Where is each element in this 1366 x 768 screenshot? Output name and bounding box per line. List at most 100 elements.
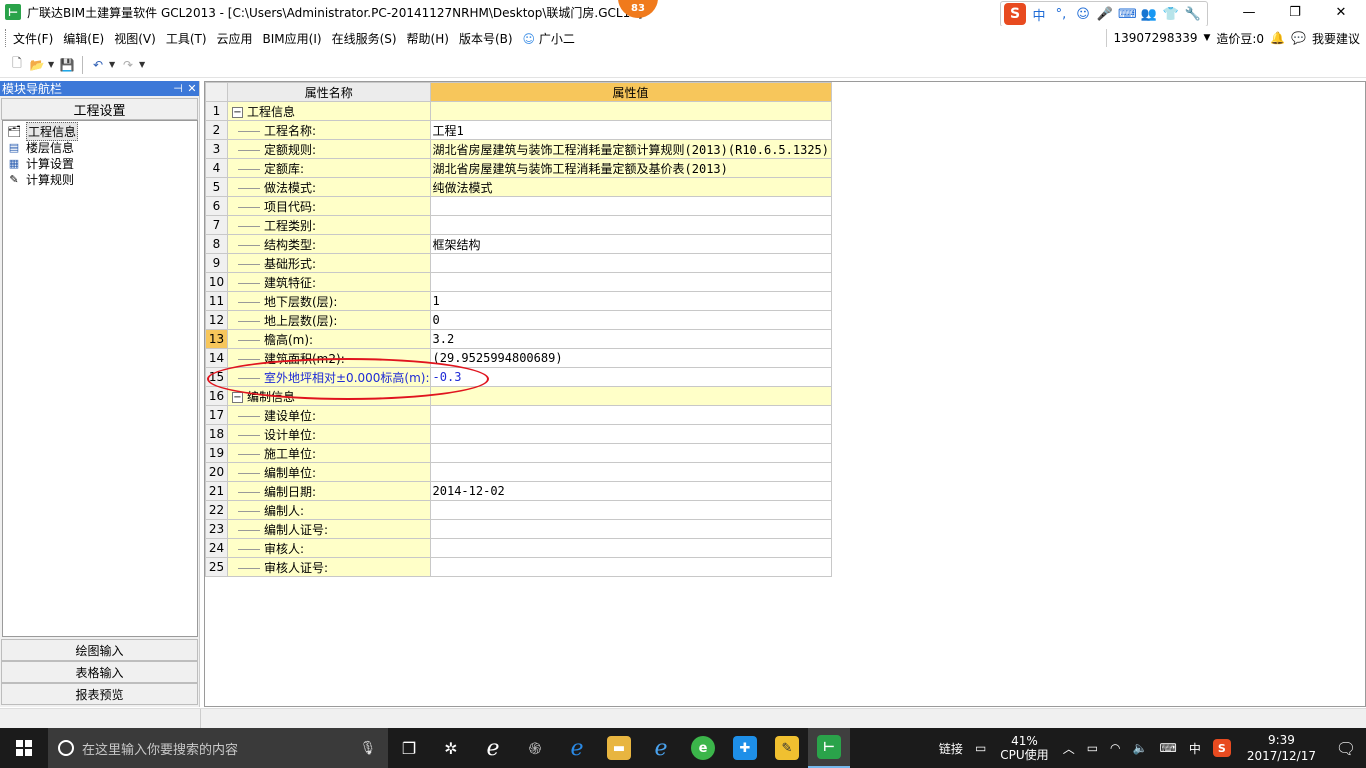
row-number[interactable]: 11 [205,291,228,311]
table-input-button[interactable]: 表格输入 [1,661,198,683]
property-value-cell[interactable] [429,196,832,216]
property-name-cell[interactable]: 檐高(m): [227,329,431,349]
table-row[interactable]: 14 建筑面积(m2): (29.9525994800689) [205,348,832,368]
show-hidden-icons[interactable]: ︿ [1057,740,1081,757]
property-value-cell[interactable]: 纯做法模式 [429,177,832,197]
property-value-cell[interactable] [429,101,832,121]
property-value-cell[interactable]: 湖北省房屋建筑与装饰工程消耗量定额及基价表(2013) [429,158,832,178]
row-number[interactable]: 13 [205,329,228,349]
property-value-cell[interactable]: 2014-12-02 [429,481,832,501]
property-name-cell[interactable]: 项目代码: [227,196,431,216]
property-value-cell[interactable] [429,462,832,482]
tree-item-calc-rules[interactable]: ✎ 计算规则 [3,171,197,187]
edge-legacy-icon[interactable]: ℯ [472,728,514,768]
row-number[interactable]: 15 [205,367,228,387]
menu-help[interactable]: 帮助(H) [402,30,454,47]
property-value-header[interactable]: 属性值 [429,82,832,102]
property-name-cell[interactable]: 审核人证号: [227,557,431,577]
open-dropdown-icon[interactable]: ▼ [48,60,56,69]
row-number[interactable]: 9 [205,253,228,273]
property-name-header[interactable]: 属性名称 [227,82,431,102]
close-button[interactable]: ✕ [1318,0,1364,24]
property-name-cell[interactable]: 定额规则: [227,139,431,159]
table-row[interactable]: 22 编制人: [205,500,832,520]
row-number[interactable]: 25 [205,557,228,577]
table-row[interactable]: 8 结构类型: 框架结构 [205,234,832,254]
table-row[interactable]: 25 审核人证号: [205,557,832,577]
property-value-cell[interactable]: 框架结构 [429,234,832,254]
table-row[interactable]: 9 基础形式: [205,253,832,273]
table-row[interactable]: 18 设计单位: [205,424,832,444]
row-number[interactable]: 21 [205,481,228,501]
new-file-icon[interactable]: 🗋 [8,56,26,74]
ime-user-icon[interactable]: 👥 [1140,7,1158,22]
dropdown-icon[interactable]: ▼ [1203,33,1210,43]
pin-icon[interactable]: ⊣ [171,82,185,95]
taskbar-search-box[interactable]: 在这里输入你要搜索的内容 🎙 [48,728,388,768]
row-number[interactable]: 12 [205,310,228,330]
property-value-cell[interactable] [429,557,832,577]
row-number[interactable]: 2 [205,120,228,140]
tree-item-calc-settings[interactable]: ▦ 计算设置 [3,155,197,171]
table-row[interactable]: 4 定额库: 湖北省房屋建筑与装饰工程消耗量定额及基价表(2013) [205,158,832,178]
task-view-icon[interactable]: ❐ [388,728,430,768]
menu-cloud[interactable]: 云应用 [212,30,258,47]
property-value-cell[interactable]: (29.9525994800689) [429,348,832,368]
row-number[interactable]: 14 [205,348,228,368]
clock[interactable]: 9:39 2017/12/17 [1237,732,1326,764]
table-row[interactable]: 13 檐高(m): 3.2 [205,329,832,349]
property-value-cell[interactable]: -0.3 [429,367,832,387]
table-row[interactable]: 16− 编制信息 [205,386,832,406]
property-name-cell[interactable]: 地上层数(层): [227,310,431,330]
ime-tools-icon[interactable]: 🔧 [1184,7,1202,22]
property-value-cell[interactable]: 工程1 [429,120,832,140]
row-number[interactable]: 7 [205,215,228,235]
property-name-cell[interactable]: 结构类型: [227,234,431,254]
row-number[interactable]: 4 [205,158,228,178]
property-value-cell[interactable]: 0 [429,310,832,330]
menu-view[interactable]: 视图(V) [109,30,161,47]
row-number[interactable]: 24 [205,538,228,558]
property-value-cell[interactable] [429,519,832,539]
menu-edit[interactable]: 编辑(E) [58,30,109,47]
coins-label[interactable]: 造价豆:0 [1216,30,1264,47]
spiral-app-icon[interactable]: ֍ [514,728,556,768]
group-name-cell[interactable]: − 编制信息 [227,386,431,406]
row-number[interactable]: 6 [205,196,228,216]
property-name-cell[interactable]: 定额库: [227,158,431,178]
row-number[interactable]: 19 [205,443,228,463]
table-row[interactable]: 11 地下层数(层): 1 [205,291,832,311]
property-name-cell[interactable]: 编制日期: [227,481,431,501]
tray-link-button[interactable]: ▭ [969,741,992,755]
ime-voice-icon[interactable]: 🎤 [1096,7,1114,22]
redo-icon[interactable]: ↷ [119,56,137,74]
feedback-link[interactable]: 我要建议 [1312,30,1360,47]
table-row[interactable]: 24 审核人: [205,538,832,558]
edge-browser-icon[interactable]: ℯ [556,728,598,768]
file-explorer-icon[interactable]: ▬ [598,728,640,768]
property-value-cell[interactable] [429,443,832,463]
menu-file[interactable]: 文件(F) [8,30,58,47]
tree-item-project-info[interactable]: 🗂 工程信息 [3,121,197,141]
group-name-cell[interactable]: − 工程信息 [227,101,431,121]
table-row[interactable]: 6 项目代码: [205,196,832,216]
property-name-cell[interactable]: 基础形式: [227,253,431,273]
row-number[interactable]: 23 [205,519,228,539]
glodon-app-icon[interactable]: ⊢ [808,728,850,768]
table-row[interactable]: 10 建筑特征: [205,272,832,292]
save-icon[interactable]: 💾 [58,56,76,74]
collapse-icon[interactable]: − [232,106,243,118]
property-name-cell[interactable]: 编制人证号: [227,519,431,539]
property-name-cell[interactable]: 工程名称: [227,120,431,140]
property-value-cell[interactable] [429,424,832,444]
row-number[interactable]: 18 [205,424,228,444]
property-value-cell[interactable]: 3.2 [429,329,832,349]
menu-tools[interactable]: 工具(T) [161,30,212,47]
table-row[interactable]: 2 工程名称: 工程1 [205,120,832,140]
property-name-cell[interactable]: 建设单位: [227,405,431,425]
menu-version[interactable]: 版本号(B) [454,30,518,47]
tree-item-floor-info[interactable]: ▤ 楼层信息 [3,139,197,155]
row-number[interactable]: 16 [205,386,228,406]
project-settings-section[interactable]: 工程设置 [1,98,198,120]
keyboard-icon[interactable]: ⌨ [1153,741,1182,755]
